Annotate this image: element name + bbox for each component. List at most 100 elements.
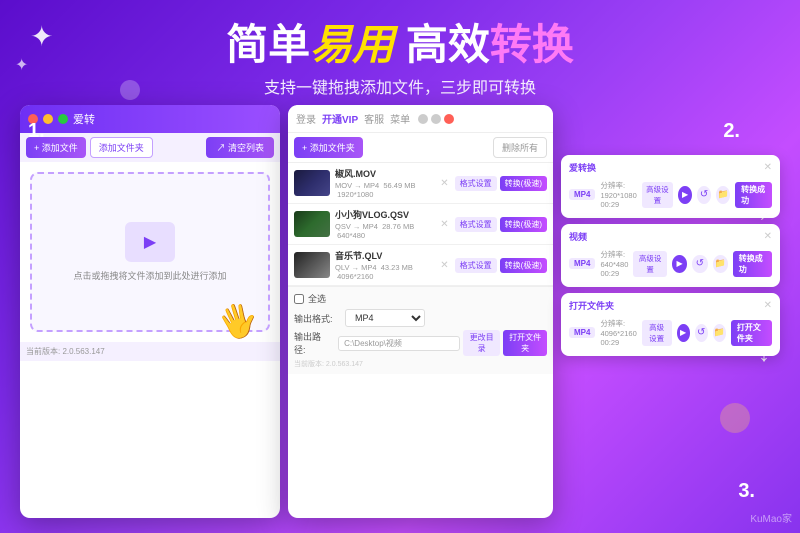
file-item-1: 椒风.MOV MOV → MP4 56.49 MB 1920*1080 ✕ 格式… [288,163,553,204]
delete-file-3-btn[interactable]: ✕ [437,260,451,271]
left-panel-toolbar: + 添加文件 添加文件夹 ↗ 清空列表 [20,133,280,162]
title-part2: 高效 [406,21,490,68]
title-part1: 简单 [226,21,310,68]
browse-btn[interactable]: 更改目录 [463,330,500,356]
format-settings-1-btn[interactable]: 格式设置 [455,176,497,191]
file-name-1: 椒风.MOV [335,167,437,180]
step3-label: 3. [738,480,755,503]
file-info-1: 椒风.MOV MOV → MP4 56.49 MB 1920*1080 [335,167,437,199]
content-area: 爱转 + 添加文件 添加文件夹 ↗ 清空列表 点击或拖拽将文件添加到此处进行添加… [20,105,780,518]
result-play-2-btn[interactable]: ▶ [672,255,687,273]
file-actions-1: ✕ 格式设置 转换(极速) [437,176,547,191]
file-meta-2: QSV → MP4 28.76 MB 640*480 [335,222,437,240]
result-folder-1-btn[interactable]: 📁 [716,186,730,204]
result-settings-2-btn[interactable]: 高级设置 [633,251,667,277]
delete-file-2-btn[interactable]: ✕ [437,219,451,230]
customer-link[interactable]: 客服 [364,111,384,126]
result-item-1: MP4 分辨率: 1920*1080 00:29 高级设置 ▶ ↺ 📁 转换成功 [569,177,772,212]
title-highlight2: 转换 [490,21,574,68]
win-max-btn[interactable] [431,114,441,124]
win-min-btn[interactable] [418,114,428,124]
convert-file-2-btn[interactable]: 转换(极速) [500,217,547,232]
result-close-3-btn[interactable]: ✕ [764,300,772,311]
left-panel-titlebar: 爱转 [20,105,280,133]
middle-panel: 登录 开通VIP 客服 菜单 + 添加文件夹 删除所有 椒风.MOV MOV →… [288,105,553,518]
result-format-1: MP4 [569,189,595,200]
menu-link[interactable]: 菜单 [390,111,410,126]
format-label: 输出格式: [294,312,339,325]
output-path-input[interactable] [338,336,460,351]
format-select[interactable]: MP4 [345,309,425,327]
result-card-2-header: 视频 ✕ [569,230,772,243]
open-folder-btn[interactable]: 打开文件夹 [503,330,547,356]
middle-panel-titlebar: 登录 开通VIP 客服 菜单 [288,105,553,133]
left-panel-footer: 当前版本: 2.0.563.147 [20,342,280,361]
vip-link[interactable]: 开通VIP [322,111,358,126]
result-folder-3-btn[interactable]: 📁 [713,324,726,342]
result-folder-2-btn[interactable]: 📁 [713,255,728,273]
result-section-title-1: 爱转换 [569,161,596,174]
file-thumb-1 [294,170,330,196]
title-area: 简单易用 高效转换 支持一键拖拽添加文件，三步即可转换 [0,0,800,98]
file-icon [125,222,175,262]
login-link[interactable]: 登录 [296,111,316,126]
file-item-2: 小小狗VLOG.QSV QSV → MP4 28.76 MB 640*480 ✕… [288,204,553,245]
format-settings-3-btn[interactable]: 格式设置 [455,258,497,273]
result-refresh-1-btn[interactable]: ↺ [697,186,711,204]
file-item-3: 音乐节.QLV QLV → MP4 43.23 MB 4096*2160 ✕ 格… [288,245,553,286]
add-folder-button[interactable]: 添加文件夹 [90,137,153,158]
result-section-title-3: 打开文件夹 [569,299,614,312]
max-btn-left[interactable] [58,114,68,124]
step2-label: 2. [723,120,740,143]
result-status-1: 转换成功 [735,182,772,208]
hand-cursor-icon: 🖐️ [213,296,263,345]
step1-label: 1. [28,120,45,143]
result-meta-3: 分辨率: 4096*2160 00:29 [600,318,636,347]
convert-file-3-btn[interactable]: 转换(极速) [500,258,547,273]
result-card-1-header: 爱转换 ✕ [569,161,772,174]
title-highlight1: 易用 [310,21,394,68]
select-all-row: 全选 [294,292,547,305]
result-card-1: 爱转换 ✕ MP4 分辨率: 1920*1080 00:29 高级设置 ▶ ↺ … [561,155,780,218]
result-item-3: MP4 分辨率: 4096*2160 00:29 高级设置 ▶ ↺ 📁 打开文件… [569,315,772,350]
middle-panel-footer: 全选 输出格式: MP4 输出路径: 更改目录 打开文件夹 当前版本: 2.0.… [288,286,553,374]
file-meta-1: MOV → MP4 56.49 MB 1920*1080 [335,181,437,199]
file-info-3: 音乐节.QLV QLV → MP4 43.23 MB 4096*2160 [335,249,437,281]
result-status-3: 打开文件夹 [731,320,772,346]
result-format-3: MP4 [569,327,595,338]
file-list: 椒风.MOV MOV → MP4 56.49 MB 1920*1080 ✕ 格式… [288,163,553,286]
delete-file-1-btn[interactable]: ✕ [437,178,451,189]
file-thumb-3 [294,252,330,278]
file-info-2: 小小狗VLOG.QSV QSV → MP4 28.76 MB 640*480 [335,208,437,240]
result-refresh-3-btn[interactable]: ↺ [695,324,708,342]
version-text-left: 当前版本: 2.0.563.147 [26,346,105,357]
result-play-1-btn[interactable]: ▶ [678,186,692,204]
select-all-checkbox[interactable] [294,294,304,304]
result-close-2-btn[interactable]: ✕ [764,231,772,242]
result-close-1-btn[interactable]: ✕ [764,162,772,173]
win-close-btn[interactable] [444,114,454,124]
result-settings-3-btn[interactable]: 高级设置 [642,320,672,346]
result-refresh-2-btn[interactable]: ↺ [692,255,707,273]
result-meta-1: 分辨率: 1920*1080 00:29 [600,180,636,209]
file-name-3: 音乐节.QLV [335,249,437,262]
result-card-2: 视频 ✕ MP4 分辨率: 640*480 00:29 高级设置 ▶ ↺ 📁 转… [561,224,780,287]
add-file-btn-middle[interactable]: + 添加文件夹 [294,137,363,158]
convert-file-1-btn[interactable]: 转换(极速) [500,176,547,191]
format-settings-2-btn[interactable]: 格式设置 [455,217,497,232]
main-title: 简单易用 高效转换 [226,22,574,68]
drag-drop-area[interactable]: 点击或拖拽将文件添加到此处进行添加 🖐️ [30,172,270,332]
result-card-3-header: 打开文件夹 ✕ [569,299,772,312]
delete-all-btn[interactable]: 删除所有 [493,137,547,158]
file-name-2: 小小狗VLOG.QSV [335,208,437,221]
output-row: 输出路径: 更改目录 打开文件夹 [294,330,547,356]
result-settings-1-btn[interactable]: 高级设置 [642,182,673,208]
format-row: 输出格式: MP4 [294,309,547,327]
file-meta-3: QLV → MP4 43.23 MB 4096*2160 [335,263,437,281]
middle-panel-toolbar: + 添加文件夹 删除所有 [288,133,553,163]
result-play-3-btn[interactable]: ▶ [677,324,690,342]
output-label: 输出路径: [294,330,332,356]
file-thumb-2 [294,211,330,237]
clear-list-button[interactable]: ↗ 清空列表 [206,137,274,158]
result-section-title-2: 视频 [569,230,587,243]
